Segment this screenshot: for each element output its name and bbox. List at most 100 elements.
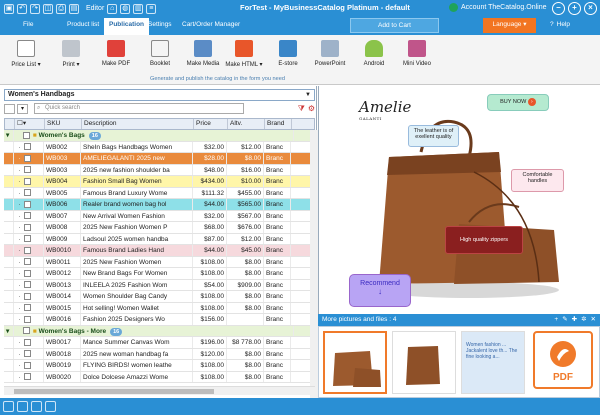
- menu-product-list[interactable]: Product list: [67, 21, 99, 28]
- powerpoint-button[interactable]: PowerPoint: [312, 40, 348, 67]
- group-checkbox[interactable]: [23, 131, 30, 139]
- maximize-icon[interactable]: +: [568, 2, 581, 15]
- row-checkbox[interactable]: [24, 338, 31, 346]
- table-row[interactable]: · WB0012 New Brand Bags For Women $108.00 $8…: [4, 268, 315, 280]
- row-checkbox[interactable]: [24, 166, 31, 174]
- row-select-cell[interactable]: ·: [14, 164, 44, 175]
- tag-icon[interactable]: ✎: [562, 314, 567, 326]
- account-link[interactable]: Account TheCatalog.Online: [449, 3, 546, 12]
- make-pdf-button[interactable]: Make PDF: [100, 40, 132, 67]
- row-select-cell[interactable]: ·: [14, 153, 44, 164]
- table-row[interactable]: · WB0015 Hot selling! Women Wallet $108.00 $…: [4, 302, 315, 314]
- table-row[interactable]: · WB009 Ladsoul 2025 women handba $87.00 $12…: [4, 233, 315, 245]
- row-select-cell[interactable]: ·: [14, 187, 44, 198]
- row-checkbox[interactable]: [24, 269, 31, 277]
- settings-icon[interactable]: ⚙: [308, 104, 315, 114]
- booklet-button[interactable]: Booklet: [146, 40, 174, 67]
- table-row[interactable]: · WB0017 Mance Summer Canvas Wom $196.00 $8 …: [4, 337, 315, 349]
- add-icon[interactable]: +: [554, 314, 558, 326]
- table-row[interactable]: · WB006 Realer brand women bag hol $44.00 $5…: [4, 199, 315, 211]
- lock-icon[interactable]: ▤: [69, 3, 79, 14]
- row-checkbox[interactable]: [24, 200, 31, 208]
- table-row[interactable]: · WB0020 Dolce Dolcese Amazzi Wome $108.00 $…: [4, 371, 315, 383]
- quick-search-input[interactable]: ⌕ Quick search: [34, 103, 244, 114]
- row-select-cell[interactable]: ·: [14, 199, 44, 210]
- status-icon-1[interactable]: [3, 401, 14, 412]
- menu-publication[interactable]: Publication: [104, 18, 150, 35]
- thumbnail-pdf[interactable]: PDF: [533, 331, 593, 389]
- android-button[interactable]: Android: [360, 40, 388, 67]
- col-brand[interactable]: Brand: [265, 119, 292, 129]
- menu-file[interactable]: File: [23, 21, 33, 28]
- minimize-icon[interactable]: –: [552, 2, 565, 15]
- table-row[interactable]: · WB002 SheIn Bags Handbags Women $32.00 $12…: [4, 141, 315, 153]
- filter-dropdown[interactable]: ▾: [17, 103, 28, 114]
- row-checkbox[interactable]: [24, 361, 31, 369]
- col-description[interactable]: Description: [82, 119, 194, 129]
- expand-icon[interactable]: ▾: [4, 325, 14, 336]
- help-button[interactable]: ? Help: [550, 21, 570, 28]
- table-row[interactable]: · WB003 2025 new fashion shoulder ba $48.00…: [4, 164, 315, 176]
- redo-icon[interactable]: ↷: [30, 3, 40, 14]
- thumbnail-1[interactable]: [323, 331, 387, 394]
- buy-now-button[interactable]: BUY NOW ›: [487, 94, 549, 111]
- menu-cart-order-manager[interactable]: Cart/Order Manager: [182, 21, 240, 28]
- print-button[interactable]: Print ▾: [57, 40, 85, 68]
- pointer-icon[interactable]: ✲: [581, 314, 586, 326]
- row-checkbox[interactable]: [24, 281, 31, 289]
- col-price[interactable]: Price: [194, 119, 228, 129]
- table-row[interactable]: · WB0019 FLYING BIRDS! women leathe $108.00…: [4, 360, 315, 372]
- add-to-cart-button[interactable]: Add to Cart: [350, 18, 439, 33]
- row-checkbox[interactable]: [24, 177, 31, 185]
- home-icon[interactable]: ⌂: [107, 3, 118, 14]
- row-select-cell[interactable]: ·: [14, 279, 44, 290]
- col-altv[interactable]: Altv.: [228, 119, 265, 129]
- make-html-button[interactable]: Make HTML ▾: [225, 40, 263, 68]
- clipboard-icon[interactable]: ▥: [133, 3, 144, 14]
- table-row[interactable]: · WB003 AMELIEGALANTI 2025 new $28.00 $8.00 B…: [4, 153, 315, 165]
- table-row[interactable]: · WB004 Fashion Small Bag Women $434.00 $10.…: [4, 176, 315, 188]
- row-checkbox[interactable]: [24, 350, 31, 358]
- table-row[interactable]: · WB0013 INLEELA 2025 Fashion Wom $54.00 $90…: [4, 279, 315, 291]
- table-row[interactable]: · WB005 Famous Brand Luxury Wome $111.32 $45…: [4, 187, 315, 199]
- menu-settings[interactable]: Settings: [148, 21, 172, 28]
- row-checkbox[interactable]: [24, 189, 31, 197]
- close-panel-icon[interactable]: ✕: [591, 314, 596, 326]
- row-checkbox[interactable]: [24, 373, 31, 381]
- row-select-cell[interactable]: ·: [14, 141, 44, 152]
- row-select-cell[interactable]: ·: [14, 360, 44, 371]
- thumbnail-2[interactable]: [392, 331, 456, 394]
- table-row[interactable]: · WB0018 2025 new woman handbag fa $120.00 $…: [4, 348, 315, 360]
- scrollbar-thumb[interactable]: [14, 389, 214, 394]
- row-select-cell[interactable]: ·: [14, 314, 44, 325]
- group-row[interactable]: ▾ ■ Women's Bags - More 16: [4, 325, 315, 337]
- table-row[interactable]: · WB0014 Women Shoulder Bag Candy $108.00 $8…: [4, 291, 315, 303]
- row-checkbox[interactable]: [24, 223, 31, 231]
- horizontal-scrollbar[interactable]: [4, 386, 315, 395]
- row-select-cell[interactable]: ·: [14, 302, 44, 313]
- table-row[interactable]: · WB007 New Arrival Women Fashion $32.00 $56…: [4, 210, 315, 222]
- col-select[interactable]: ☐▾: [15, 119, 45, 129]
- price-list-button[interactable]: Price List ▾: [10, 40, 42, 68]
- row-checkbox[interactable]: [24, 258, 31, 266]
- row-select-cell[interactable]: ·: [14, 291, 44, 302]
- row-select-cell[interactable]: ·: [14, 337, 44, 348]
- row-checkbox[interactable]: [24, 143, 31, 151]
- col-sku[interactable]: SKU: [45, 119, 82, 129]
- row-select-cell[interactable]: ·: [14, 245, 44, 256]
- row-select-cell[interactable]: ·: [14, 348, 44, 359]
- row-select-cell[interactable]: ·: [14, 371, 44, 382]
- row-select-cell[interactable]: ·: [14, 233, 44, 244]
- filter-icon[interactable]: ⧩: [298, 104, 305, 114]
- row-select-cell[interactable]: ·: [14, 256, 44, 267]
- preview-icon[interactable]: ◫: [43, 3, 53, 14]
- table-row[interactable]: · WB0010 Famous Brand Ladies Hand $44.00 $45…: [4, 245, 315, 257]
- table-row[interactable]: · WB008 2025 New Fashion Women P $68.00 $676…: [4, 222, 315, 234]
- row-select-cell[interactable]: ·: [14, 210, 44, 221]
- group-checkbox[interactable]: [23, 327, 30, 335]
- table-row[interactable]: · WB0016 Fashion 2025 Designers Wo $156.00 B…: [4, 314, 315, 326]
- status-icon-4[interactable]: [45, 401, 56, 412]
- list-icon[interactable]: ≡: [146, 3, 157, 14]
- status-icon-3[interactable]: [31, 401, 42, 412]
- select-all-checkbox[interactable]: [4, 103, 15, 114]
